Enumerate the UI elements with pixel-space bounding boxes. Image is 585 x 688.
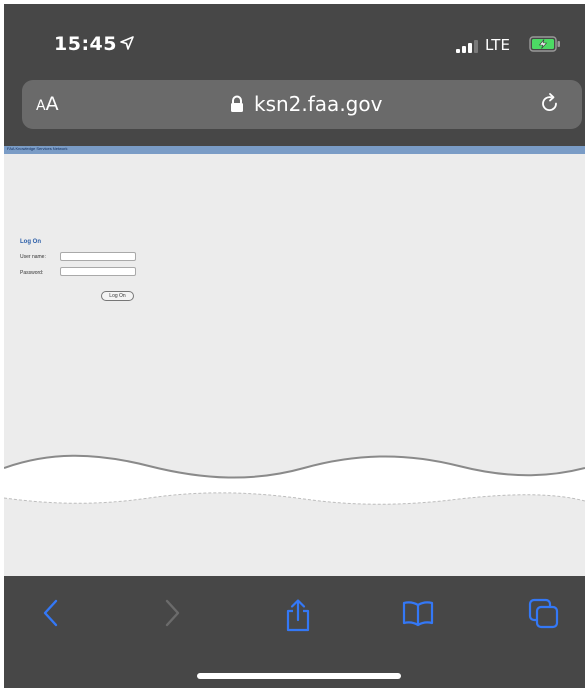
- torn-page-divider: [4, 454, 585, 505]
- url-text[interactable]: ksn2.faa.gov: [254, 80, 382, 129]
- status-time: 15:45: [54, 33, 117, 55]
- username-label: User name:: [20, 254, 46, 260]
- web-page: FAA Knowledge Services Network Log On Us…: [4, 146, 585, 576]
- status-bar: 15:45 LTE: [4, 4, 585, 84]
- username-input[interactable]: [60, 252, 136, 261]
- site-header: FAA Knowledge Services Network: [4, 146, 585, 154]
- password-input[interactable]: [60, 267, 136, 276]
- back-chevron-icon[interactable]: [40, 598, 62, 628]
- network-label: LTE: [485, 36, 510, 54]
- text-size-button[interactable]: AA: [36, 80, 59, 129]
- lock-icon: [231, 95, 243, 112]
- password-label: Password:: [20, 270, 44, 276]
- address-bar[interactable]: AA ksn2.faa.gov: [22, 80, 582, 129]
- forward-chevron-icon[interactable]: [161, 598, 183, 628]
- bookmarks-book-icon[interactable]: [401, 598, 435, 628]
- login-heading: Log On: [20, 239, 41, 245]
- site-name: FAA Knowledge Services Network: [7, 146, 68, 151]
- location-arrow-icon: [120, 36, 134, 50]
- home-indicator[interactable]: [197, 673, 401, 679]
- safari-window: 15:45 LTE AA ksn2.faa.gov FAA Knowledge …: [4, 4, 585, 688]
- battery-charging-icon: [529, 36, 560, 52]
- reload-icon[interactable]: [538, 92, 562, 116]
- signal-bars-icon: [456, 40, 478, 53]
- bottom-toolbar: [4, 576, 585, 688]
- tabs-icon[interactable]: [528, 598, 560, 630]
- text-size-small-label: A: [36, 98, 46, 114]
- log-on-button[interactable]: Log On: [101, 291, 134, 301]
- text-size-big-label: A: [45, 93, 59, 115]
- share-icon[interactable]: [283, 598, 313, 632]
